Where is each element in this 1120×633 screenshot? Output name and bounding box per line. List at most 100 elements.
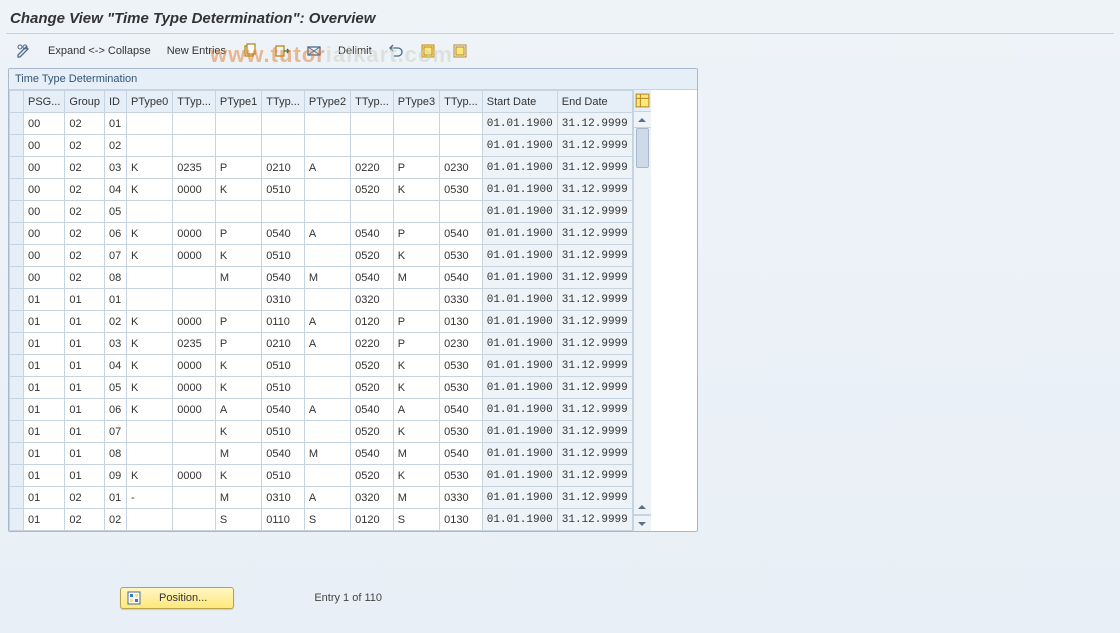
cell-pt2[interactable]: A [304,223,350,245]
table-row[interactable]: 010107K05100520K053001.01.190031.12.9999 [10,421,633,443]
cell-tt3[interactable] [440,201,483,223]
cell-pt3[interactable]: M [393,487,439,509]
cell-pt1[interactable] [215,135,261,157]
cell-tt3[interactable]: 0530 [440,377,483,399]
cell-pt3[interactable]: P [393,223,439,245]
cell-ed[interactable]: 31.12.9999 [557,355,632,377]
cell-tt3[interactable]: 0530 [440,179,483,201]
row-selector[interactable] [10,487,24,509]
cell-tt0[interactable]: 0000 [173,377,216,399]
row-selector[interactable] [10,179,24,201]
cell-id[interactable]: 02 [104,135,126,157]
cell-pt3[interactable]: P [393,311,439,333]
cell-tt0[interactable] [173,487,216,509]
cell-pt3[interactable]: S [393,509,439,531]
cell-sd[interactable]: 01.01.1900 [482,157,557,179]
cell-sd[interactable]: 01.01.1900 [482,421,557,443]
cell-tt0[interactable]: 0000 [173,355,216,377]
cell-ed[interactable]: 31.12.9999 [557,245,632,267]
row-selector[interactable] [10,289,24,311]
cell-group[interactable]: 01 [65,311,105,333]
cell-tt2[interactable] [351,135,394,157]
cell-pt2[interactable] [304,245,350,267]
cell-tt3[interactable]: 0530 [440,465,483,487]
cell-pt2[interactable] [304,377,350,399]
cell-tt1[interactable]: 0540 [262,223,305,245]
cell-psg[interactable]: 01 [24,465,65,487]
cell-tt1[interactable]: 0510 [262,355,305,377]
cell-group[interactable]: 01 [65,421,105,443]
cell-pt2[interactable] [304,421,350,443]
cell-psg[interactable]: 00 [24,179,65,201]
cell-tt2[interactable]: 0540 [351,267,394,289]
cell-pt3[interactable] [393,289,439,311]
column-header-psg[interactable]: PSG... [24,91,65,113]
cell-sd[interactable]: 01.01.1900 [482,377,557,399]
table-row[interactable]: 00020101.01.190031.12.9999 [10,113,633,135]
table-row[interactable]: 01010103100320033001.01.190031.12.9999 [10,289,633,311]
cell-psg[interactable]: 00 [24,201,65,223]
row-selector[interactable] [10,399,24,421]
cell-tt0[interactable]: 0000 [173,245,216,267]
cell-tt3[interactable] [440,135,483,157]
table-row[interactable]: 010106K0000A0540A0540A054001.01.190031.1… [10,399,633,421]
cell-group[interactable]: 02 [65,509,105,531]
cell-ed[interactable]: 31.12.9999 [557,399,632,421]
table-row[interactable]: 010105K0000K05100520K053001.01.190031.12… [10,377,633,399]
cell-tt1[interactable]: 0540 [262,443,305,465]
table-row[interactable]: 010108M0540M0540M054001.01.190031.12.999… [10,443,633,465]
cell-sd[interactable]: 01.01.1900 [482,179,557,201]
cell-tt3[interactable]: 0540 [440,267,483,289]
cell-sd[interactable]: 01.01.1900 [482,333,557,355]
cell-pt1[interactable]: M [215,443,261,465]
column-header-sd[interactable]: Start Date [482,91,557,113]
cell-tt1[interactable]: 0510 [262,179,305,201]
column-header-tt2[interactable]: TTyp... [351,91,394,113]
row-selector[interactable] [10,201,24,223]
new-entries-button[interactable]: New Entries [161,40,232,62]
cell-tt0[interactable] [173,289,216,311]
cell-psg[interactable]: 01 [24,443,65,465]
cell-pt1[interactable]: A [215,399,261,421]
cell-sd[interactable]: 01.01.1900 [482,487,557,509]
cell-tt2[interactable]: 0540 [351,399,394,421]
scroll-thumb[interactable] [636,128,649,168]
cell-group[interactable]: 02 [65,245,105,267]
undo-button[interactable] [382,40,410,62]
cell-ed[interactable]: 31.12.9999 [557,201,632,223]
position-button[interactable]: Position... [120,587,234,609]
cell-tt0[interactable]: 0235 [173,157,216,179]
cell-group[interactable]: 01 [65,355,105,377]
cell-pt3[interactable]: K [393,421,439,443]
cell-tt3[interactable]: 0330 [440,289,483,311]
cell-pt0[interactable] [126,289,172,311]
cell-psg[interactable]: 01 [24,355,65,377]
cell-pt0[interactable] [126,509,172,531]
row-selector[interactable] [10,223,24,245]
cell-tt1[interactable]: 0110 [262,311,305,333]
cell-pt0[interactable] [126,135,172,157]
cell-id[interactable]: 02 [104,509,126,531]
cell-tt1[interactable]: 0510 [262,421,305,443]
cell-tt2[interactable] [351,113,394,135]
cell-pt0[interactable]: K [126,377,172,399]
cell-pt1[interactable]: M [215,267,261,289]
cell-pt2[interactable]: A [304,311,350,333]
cell-tt2[interactable]: 0320 [351,289,394,311]
cell-id[interactable]: 01 [104,487,126,509]
cell-id[interactable]: 01 [104,289,126,311]
cell-pt2[interactable]: M [304,267,350,289]
cell-ed[interactable]: 31.12.9999 [557,223,632,245]
cell-id[interactable]: 04 [104,179,126,201]
column-header-group[interactable]: Group [65,91,105,113]
cell-tt1[interactable] [262,135,305,157]
cell-pt2[interactable] [304,465,350,487]
cell-pt1[interactable] [215,289,261,311]
cell-pt0[interactable]: K [126,245,172,267]
cell-tt2[interactable]: 0520 [351,179,394,201]
column-header-pt0[interactable]: PType0 [126,91,172,113]
cell-psg[interactable]: 01 [24,421,65,443]
cell-pt1[interactable]: P [215,157,261,179]
cell-pt1[interactable]: K [215,377,261,399]
cell-psg[interactable]: 00 [24,113,65,135]
